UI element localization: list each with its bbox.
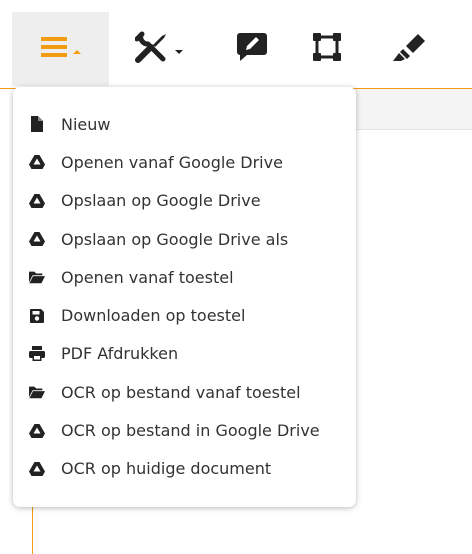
- selection-box-icon: [312, 32, 342, 66]
- menu-item-downloaden-toestel[interactable]: Downloaden op toestel: [13, 296, 356, 334]
- document-margin-line: [32, 505, 33, 554]
- comment-edit-button[interactable]: [229, 12, 275, 86]
- save-icon: [29, 308, 45, 324]
- document-page: [338, 89, 472, 130]
- google-drive-icon: [29, 154, 45, 170]
- file-menu: Nieuw Openen vanaf Google Drive Opslaan …: [13, 87, 356, 507]
- highlighter-button[interactable]: [384, 12, 434, 86]
- print-icon: [29, 346, 45, 362]
- hamburger-icon: [40, 36, 67, 62]
- tools-button[interactable]: [127, 12, 191, 86]
- caret-down-icon: [175, 40, 183, 59]
- menu-item-ocr-google-drive[interactable]: OCR op bestand in Google Drive: [13, 411, 356, 449]
- menu-item-openen-google-drive[interactable]: Openen vanaf Google Drive: [13, 143, 356, 181]
- google-drive-icon: [29, 423, 45, 439]
- menu-item-nieuw[interactable]: Nieuw: [13, 105, 356, 143]
- menu-item-label: Nieuw: [61, 114, 111, 134]
- menu-item-label: OCR op bestand vanaf toestel: [61, 382, 301, 402]
- menu-item-openen-toestel[interactable]: Openen vanaf toestel: [13, 258, 356, 296]
- selection-box-button[interactable]: [304, 12, 350, 86]
- menu-item-label: OCR op bestand in Google Drive: [61, 421, 320, 441]
- menu-item-opslaan-google-drive-als[interactable]: Opslaan op Google Drive als: [13, 220, 356, 258]
- menu-item-label: Opslaan op Google Drive als: [61, 229, 289, 249]
- comment-edit-icon: [236, 32, 268, 66]
- menu-item-label: PDF Afdrukken: [61, 344, 179, 364]
- menu-item-label: Downloaden op toestel: [61, 306, 246, 326]
- menu-item-ocr-huidige-document[interactable]: OCR op huidige document: [13, 450, 356, 488]
- toolbar: [0, 0, 472, 89]
- hamburger-menu-button[interactable]: [12, 12, 109, 86]
- menu-item-ocr-toestel[interactable]: OCR op bestand vanaf toestel: [13, 373, 356, 411]
- file-menu-list: Nieuw Openen vanaf Google Drive Opslaan …: [13, 87, 356, 488]
- menu-item-label: Openen vanaf Google Drive: [61, 152, 283, 172]
- google-drive-icon: [29, 231, 45, 247]
- folder-open-icon: [29, 269, 45, 285]
- menu-item-label: Openen vanaf toestel: [61, 267, 234, 287]
- menu-item-pdf-afdrukken[interactable]: PDF Afdrukken: [13, 335, 356, 373]
- google-drive-icon: [29, 193, 45, 209]
- tools-icon: [134, 31, 169, 67]
- file-icon: [29, 116, 45, 133]
- highlighter-icon: [392, 32, 426, 66]
- folder-open-icon: [29, 384, 45, 400]
- menu-item-opslaan-google-drive[interactable]: Opslaan op Google Drive: [13, 182, 356, 220]
- google-drive-icon: [29, 461, 45, 477]
- caret-up-icon: [72, 40, 81, 59]
- menu-item-label: Opslaan op Google Drive: [61, 191, 261, 211]
- menu-item-label: OCR op huidige document: [61, 459, 272, 479]
